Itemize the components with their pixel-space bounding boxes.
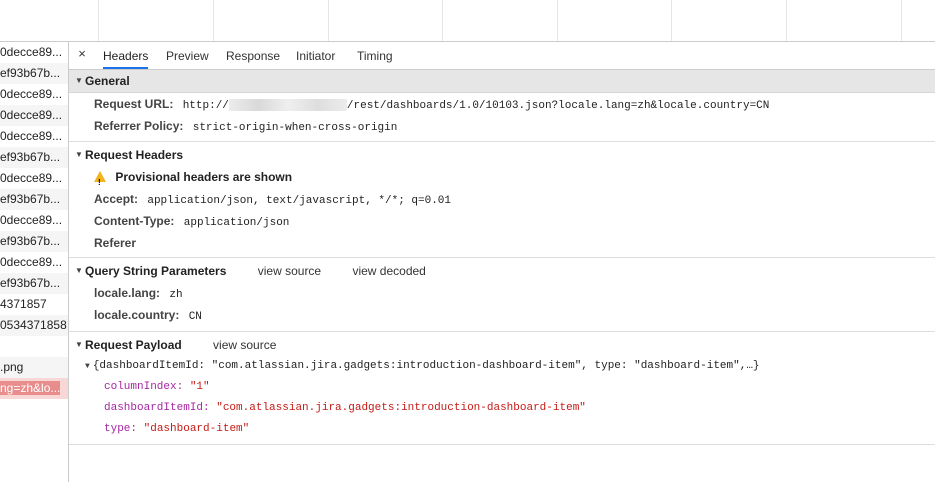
header-value: strict-origin-when-cross-origin [192, 122, 398, 134]
request-row[interactable]: 0decce89... [0, 210, 68, 231]
request-row[interactable] [0, 336, 68, 357]
timeline-gridline [901, 0, 902, 41]
tab-headers[interactable]: Headers [103, 42, 149, 69]
warning-text: Provisional headers are shown [115, 170, 293, 184]
accept-row: Accept: application/json, text/javascrip… [69, 188, 935, 210]
timeline-gridline [98, 0, 99, 41]
request-row[interactable]: 0534371858 [0, 315, 68, 336]
header-value: application/json [183, 217, 290, 229]
param-key: locale.country: [94, 308, 180, 322]
request-row[interactable]: 0decce89... [0, 168, 68, 189]
network-timeline [0, 0, 935, 42]
header-value: /rest/dashboards/1.0/10103.json?locale.l… [346, 100, 770, 112]
triangle-down-icon: ▼ [75, 266, 83, 275]
payload-value: "com.atlassian.jira.gadgets:introduction… [216, 402, 586, 414]
payload-key: columnIndex: [104, 381, 184, 393]
param-value: zh [169, 289, 183, 301]
payload-section: ▼ Request Payload view source ▼ {dashboar… [69, 332, 935, 445]
request-list[interactable]: 0decce89... ef93b67b... 0decce89... 0dec… [0, 42, 69, 482]
request-row[interactable]: ef93b67b... [0, 189, 68, 210]
header-key: Referer [94, 236, 137, 250]
payload-value: "1" [189, 381, 210, 393]
query-params-section: ▼ Query String Parameters view source vi… [69, 258, 935, 332]
provisional-warning-row: Provisional headers are shown [69, 166, 935, 194]
payload-key: type: [104, 423, 138, 435]
param-row: locale.lang: zh [69, 282, 935, 304]
request-row[interactable]: 0decce89... [0, 126, 68, 147]
section-title: Query String Parameters [85, 264, 227, 278]
header-key: Accept: [94, 192, 139, 206]
payload-summary: {dashboardItemId: "com.atlassian.jira.ga… [92, 360, 760, 372]
section-title: General [85, 74, 130, 88]
request-headers-header[interactable]: ▼ Request Headers [69, 144, 935, 166]
header-value: http:// [182, 100, 229, 112]
triangle-down-icon: ▼ [75, 150, 83, 159]
param-key: locale.lang: [94, 286, 161, 300]
request-row[interactable]: ef93b67b... [0, 273, 68, 294]
general-section: ▼ General Request URL: http:// /rest/dash… [69, 70, 935, 142]
view-source-link[interactable]: view source [258, 264, 321, 278]
request-row[interactable]: ef93b67b... [0, 63, 68, 84]
referer-row: Referer [69, 232, 935, 254]
referrer-policy-row: Referrer Policy: strict-origin-when-cros… [69, 115, 935, 137]
request-row[interactable]: 0decce89... [0, 84, 68, 105]
warning-icon [94, 171, 106, 194]
request-row[interactable]: ef93b67b... [0, 231, 68, 252]
request-row[interactable]: ef93b67b... [0, 147, 68, 168]
request-row[interactable]: 4371857 [0, 294, 68, 315]
request-url-row: Request URL: http:// /rest/dashboards/1.0… [69, 93, 935, 115]
content-type-row: Content-Type: application/json [69, 210, 935, 232]
request-row[interactable]: 0decce89... [0, 42, 68, 63]
tab-initiator[interactable]: Initiator [296, 42, 335, 69]
request-row[interactable]: 0decce89... [0, 252, 68, 273]
details-tabbar: × Headers Preview Response Initiator Tim… [69, 42, 935, 70]
close-icon[interactable]: × [75, 47, 89, 61]
payload-object-row[interactable]: ▼ {dashboardItemId: "com.atlassian.jira.g… [69, 356, 935, 377]
payload-key: dashboardItemId: [104, 402, 210, 414]
triangle-down-icon: ▼ [75, 340, 83, 349]
request-row-label: ng=zh&lo... [0, 381, 61, 395]
request-details-panel: × Headers Preview Response Initiator Tim… [69, 42, 935, 482]
header-value: application/json, text/javascript, */*; … [147, 195, 452, 207]
timeline-gridline [328, 0, 329, 41]
section-title: Request Headers [85, 148, 184, 162]
view-decoded-link[interactable]: view decoded [352, 264, 425, 278]
view-source-link[interactable]: view source [213, 338, 276, 352]
section-title: Request Payload [85, 338, 182, 352]
query-params-header[interactable]: ▼ Query String Parameters view source vi… [69, 260, 935, 282]
request-row[interactable]: .png [0, 357, 68, 378]
tab-response[interactable]: Response [226, 42, 280, 69]
param-value: CN [188, 311, 202, 323]
timeline-gridline [786, 0, 787, 41]
request-row[interactable]: 0decce89... [0, 105, 68, 126]
header-key: Request URL: [94, 97, 174, 111]
param-row: locale.country: CN [69, 304, 935, 326]
tab-preview[interactable]: Preview [166, 42, 209, 69]
timeline-gridline [442, 0, 443, 41]
triangle-down-icon: ▼ [85, 362, 90, 371]
general-header[interactable]: ▼ General [69, 70, 935, 93]
payload-property: columnIndex: "1" [69, 377, 935, 398]
timeline-gridline [671, 0, 672, 41]
tab-timing[interactable]: Timing [357, 42, 393, 69]
payload-property: dashboardItemId: "com.atlassian.jira.gad… [69, 398, 935, 419]
request-headers-section: ▼ Request Headers Provisional headers ar… [69, 142, 935, 258]
payload-property: type: "dashboard-item" [69, 419, 935, 440]
payload-header[interactable]: ▼ Request Payload view source [69, 334, 935, 356]
triangle-down-icon: ▼ [75, 76, 83, 85]
timeline-gridline [213, 0, 214, 41]
payload-value: "dashboard-item" [143, 423, 250, 435]
timeline-gridline [557, 0, 558, 41]
request-row-selected[interactable]: ng=zh&lo... [0, 378, 68, 399]
header-key: Referrer Policy: [94, 119, 184, 133]
header-key: Content-Type: [94, 214, 175, 228]
redacted-host [228, 98, 347, 111]
